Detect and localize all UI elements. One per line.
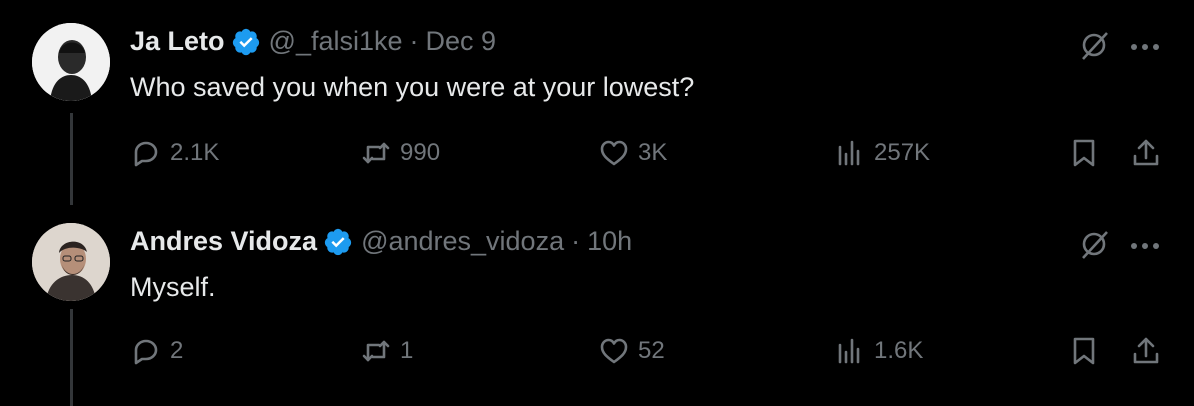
top-icons — [1078, 227, 1160, 266]
share-button[interactable] — [1130, 137, 1162, 169]
reply-count: 2.1K — [170, 139, 220, 166]
more-icon[interactable] — [1130, 39, 1160, 57]
share-button[interactable] — [1130, 335, 1162, 367]
share-icon — [1133, 337, 1159, 364]
view-count: 257K — [874, 139, 931, 166]
reply-button[interactable]: 2 — [130, 335, 183, 367]
view-count: 1.6K — [874, 337, 924, 364]
separator: · — [571, 226, 581, 256]
tweet-text: Who saved you when you were at your lowe… — [130, 72, 695, 102]
timestamp[interactable]: 10h — [587, 226, 632, 257]
retweet-button[interactable]: 1 — [360, 335, 413, 367]
views-button[interactable]: 257K — [834, 137, 930, 169]
reply-icon — [134, 339, 158, 365]
avatar[interactable] — [32, 23, 110, 101]
views-icon — [838, 140, 860, 166]
bookmark-button[interactable] — [1068, 137, 1100, 169]
top-icons — [1078, 28, 1160, 67]
thread-line — [70, 309, 73, 406]
more-icon[interactable] — [1130, 238, 1160, 256]
share-icon — [1133, 139, 1159, 166]
retweet-count: 1 — [400, 337, 414, 364]
like-button[interactable]: 3K — [598, 137, 667, 169]
tweet[interactable]: Ja Leto @_falsi1ke · Dec 9 Who saved you… — [0, 0, 1194, 205]
timestamp[interactable]: Dec 9 — [426, 26, 497, 57]
author-name[interactable]: Ja Leto — [130, 26, 225, 57]
tweet-header: Andres Vidoza @andres_vidoza · 10h — [130, 226, 632, 257]
verified-badge-icon — [231, 27, 261, 57]
bookmark-button[interactable] — [1068, 335, 1100, 367]
retweet-button[interactable]: 990 — [360, 137, 440, 169]
views-icon — [838, 338, 860, 364]
author-handle[interactable]: @andres_vidoza — [361, 226, 564, 257]
author-handle[interactable]: @_falsi1ke — [269, 26, 403, 57]
author-name[interactable]: Andres Vidoza — [130, 226, 317, 257]
reply-icon — [134, 141, 158, 167]
bookmark-icon — [1073, 139, 1095, 167]
avatar[interactable] — [32, 223, 110, 301]
reply-button[interactable]: 2.1K — [130, 137, 219, 169]
action-bar: 2 1 52 1.6K — [130, 335, 1164, 369]
grok-icon[interactable] — [1078, 28, 1112, 67]
retweet-icon — [362, 142, 390, 164]
tweet[interactable]: Andres Vidoza @andres_vidoza · 10h Mysel… — [0, 205, 1194, 406]
action-bar: 2.1K 990 3K 257K — [130, 137, 1164, 171]
like-icon — [600, 140, 628, 166]
like-icon — [600, 338, 628, 364]
bookmark-icon — [1073, 337, 1095, 365]
retweet-count: 990 — [400, 139, 441, 166]
thread-line — [70, 113, 73, 205]
like-count: 3K — [638, 139, 668, 166]
reply-count: 2 — [170, 337, 184, 364]
retweet-icon — [362, 340, 390, 362]
like-button[interactable]: 52 — [598, 335, 665, 367]
like-count: 52 — [638, 337, 665, 364]
tweet-header: Ja Leto @_falsi1ke · Dec 9 — [130, 26, 496, 57]
verified-badge-icon — [323, 227, 353, 257]
tweet-text: Myself. — [130, 272, 216, 302]
grok-icon[interactable] — [1078, 227, 1112, 266]
views-button[interactable]: 1.6K — [834, 335, 923, 367]
separator: · — [409, 26, 419, 56]
